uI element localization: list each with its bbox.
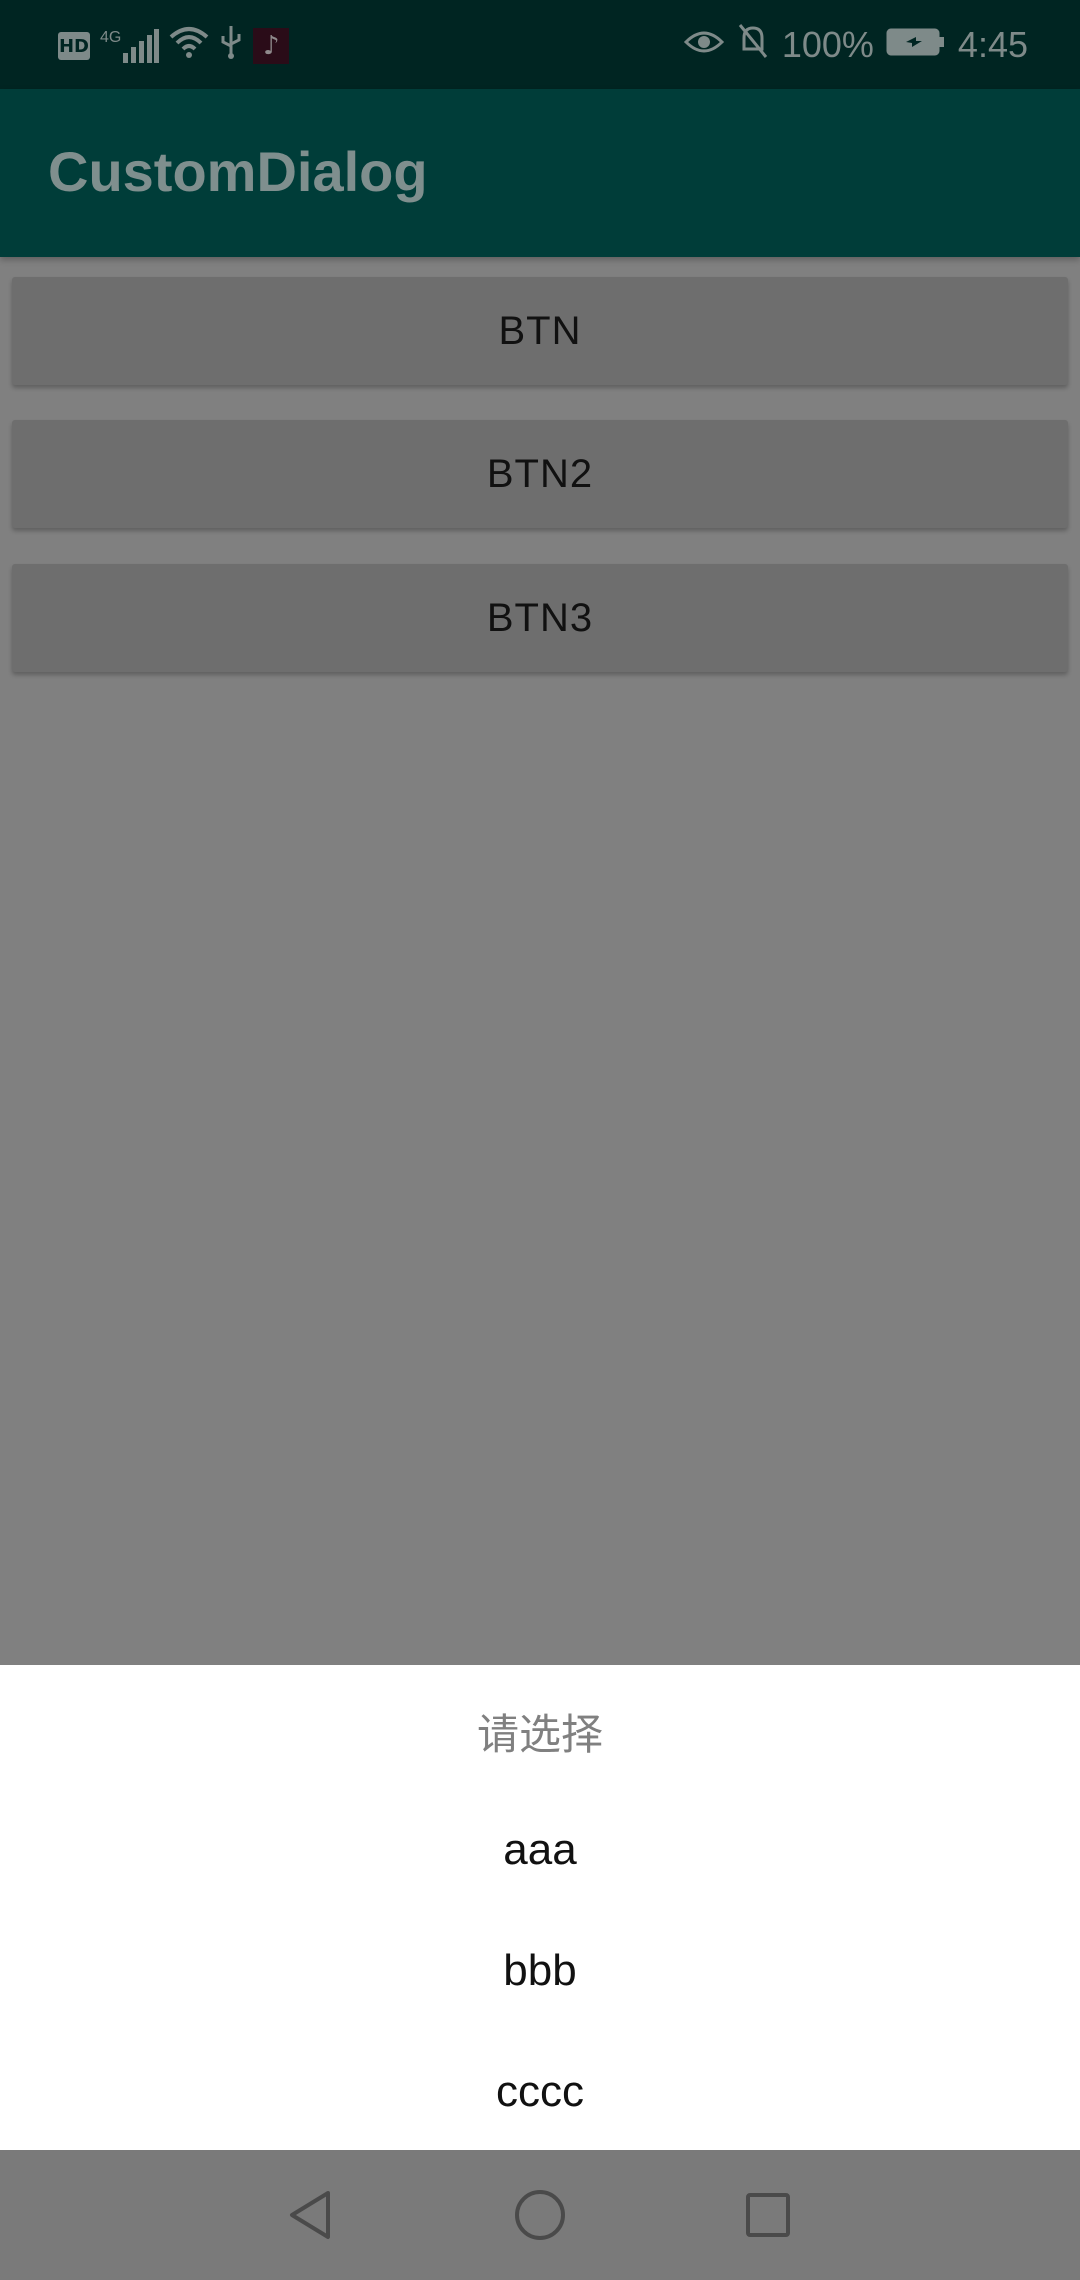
dialog-option-bbb[interactable]: bbb — [0, 1911, 1080, 2031]
app-bar: CustomDialog — [0, 89, 1080, 257]
usb-icon — [219, 24, 243, 69]
back-icon[interactable] — [275, 2180, 345, 2250]
status-bar: HD 4G ♪ 100% 4:45 — [0, 0, 1080, 89]
status-right-group: 100% 4:45 — [683, 22, 1028, 68]
wifi-icon — [169, 25, 209, 68]
battery-icon — [886, 25, 946, 66]
status-left-group: HD 4G ♪ — [58, 24, 290, 69]
clock: 4:45 — [957, 24, 1028, 65]
bell-muted-icon — [736, 23, 770, 68]
network-type-label: 4G — [100, 29, 122, 46]
battery-percent: 100% — [781, 24, 874, 65]
btn2-button[interactable]: BTN2 — [12, 420, 1068, 528]
dialog-option-cccc[interactable]: cccc — [0, 2032, 1080, 2152]
recent-apps-icon[interactable] — [733, 2180, 803, 2250]
eye-comfort-icon — [683, 25, 724, 66]
btn-button[interactable]: BTN — [12, 277, 1068, 385]
btn3-button[interactable]: BTN3 — [12, 564, 1068, 672]
dialog-option-aaa[interactable]: aaa — [0, 1790, 1080, 1910]
hd-badge: HD — [58, 32, 90, 60]
home-icon[interactable] — [505, 2180, 575, 2250]
selection-dialog: 请选择 aaa bbb cccc — [0, 1665, 1080, 2150]
app-title: CustomDialog — [48, 140, 428, 203]
dialog-title: 请选择 — [476, 1710, 603, 1759]
tiktok-notification-icon: ♪ — [253, 28, 290, 64]
screen: HD 4G ♪ 100% 4:45 CustomDialog BTN BTN2 … — [0, 0, 1080, 2280]
navigation-bar — [0, 2150, 1080, 2280]
signal-icon: 4G — [100, 29, 160, 63]
